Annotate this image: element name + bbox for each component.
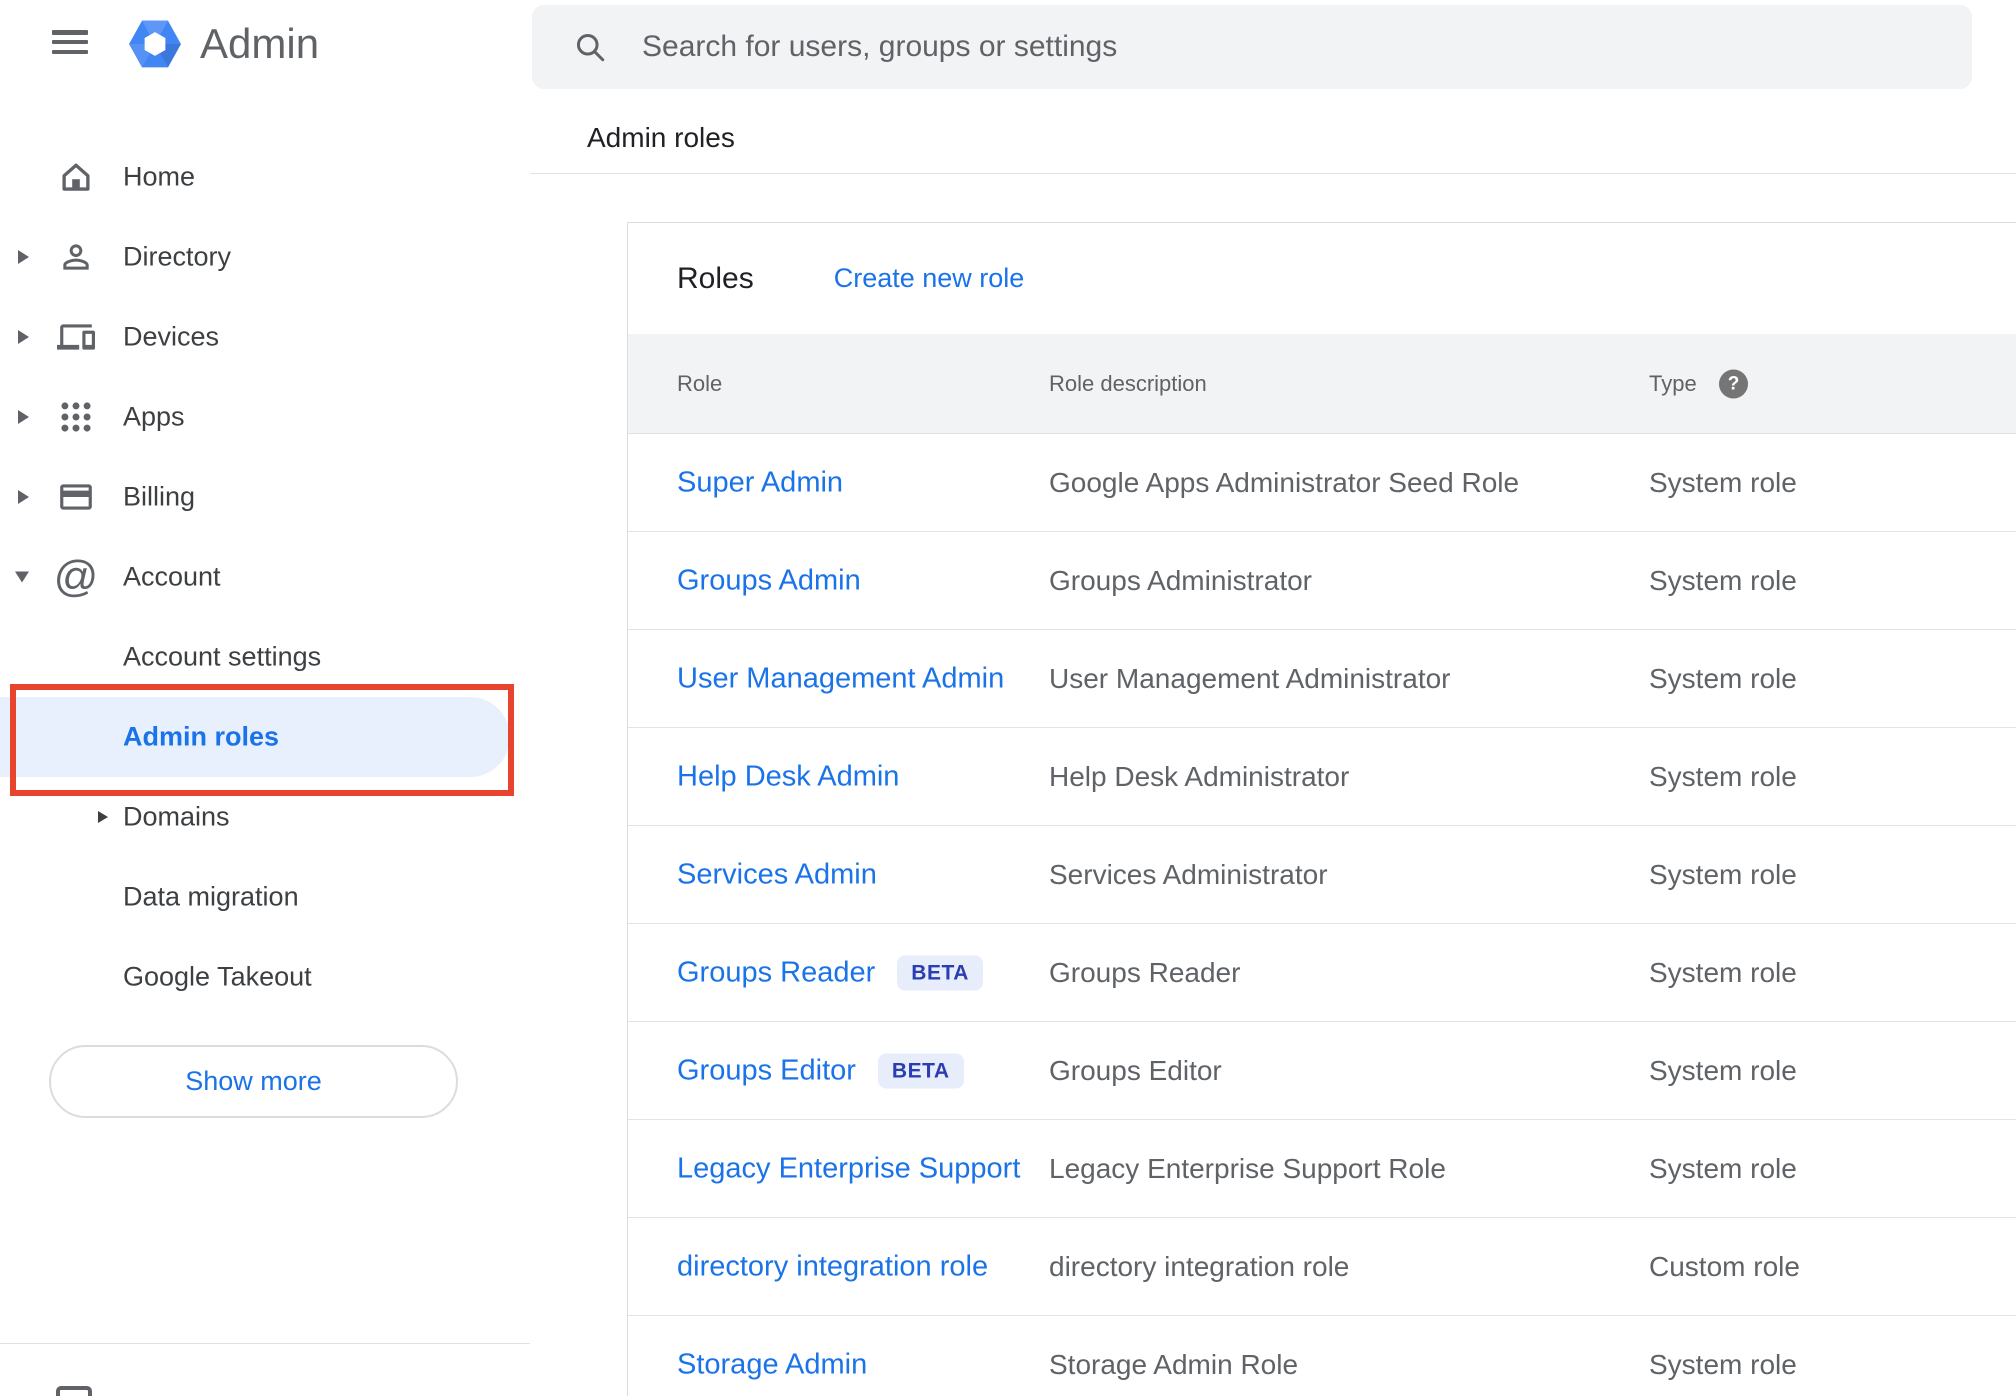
role-link[interactable]: Legacy Enterprise Support — [677, 1152, 1020, 1185]
table-row: Help Desk Admin Help Desk Administrator … — [628, 728, 2016, 826]
role-description: Services Administrator — [1049, 858, 1328, 890]
admin-logo-icon — [127, 16, 183, 72]
table-row: directory integration role directory int… — [628, 1218, 2016, 1316]
chevron-right-icon[interactable] — [18, 410, 29, 424]
home-icon — [56, 157, 96, 197]
feedback-icon[interactable] — [56, 1386, 92, 1396]
sidebar-item-devices[interactable]: Devices — [0, 297, 530, 377]
roles-panel-header: Roles Create new role — [628, 223, 2016, 334]
column-header-role: Role — [677, 370, 723, 396]
chevron-down-icon[interactable] — [15, 571, 29, 583]
role-type: System role — [1649, 1054, 1797, 1086]
role-description: Help Desk Administrator — [1049, 760, 1350, 792]
role-description: Groups Reader — [1049, 956, 1241, 988]
google-admin-console: Admin Admin roles Home — [0, 0, 2016, 1396]
role-type: System role — [1649, 956, 1797, 988]
roles-table-body: Super Admin Google Apps Administrator Se… — [628, 434, 2016, 1396]
sidebar-item-data-migration[interactable]: Data migration — [0, 857, 530, 937]
chevron-right-icon[interactable] — [18, 490, 29, 504]
person-icon — [56, 237, 96, 277]
role-type: System role — [1649, 760, 1797, 792]
sidebar-item-directory[interactable]: Directory — [0, 217, 530, 297]
table-row: Services Admin Services Administrator Sy… — [628, 826, 2016, 924]
show-more-button[interactable]: Show more — [49, 1045, 458, 1118]
role-description: Legacy Enterprise Support Role — [1049, 1152, 1446, 1184]
table-row: Groups Admin Groups Administrator System… — [628, 532, 2016, 630]
table-row: Storage Admin Storage Admin Role System … — [628, 1316, 2016, 1396]
sidebar-item-home[interactable]: Home — [0, 137, 530, 217]
table-row: Groups Reader BETA Groups Reader System … — [628, 924, 2016, 1022]
table-row: Super Admin Google Apps Administrator Se… — [628, 434, 2016, 532]
role-link[interactable]: Super Admin — [677, 466, 843, 499]
search-input[interactable] — [642, 30, 1942, 64]
chevron-right-icon[interactable] — [98, 811, 108, 823]
role-type: Custom role — [1649, 1250, 1800, 1282]
table-header-row: Role Role description Type ? — [628, 334, 2016, 434]
role-type: System role — [1649, 1348, 1797, 1380]
roles-panel: Roles Create new role Role Role descript… — [627, 222, 2016, 1396]
role-description: Groups Editor — [1049, 1054, 1222, 1086]
role-description: Google Apps Administrator Seed Role — [1049, 466, 1520, 498]
role-link[interactable]: Groups Reader — [677, 956, 875, 989]
chevron-right-icon[interactable] — [18, 250, 29, 264]
sidebar-item-apps[interactable]: Apps — [0, 377, 530, 457]
sidebar-item-google-takeout[interactable]: Google Takeout — [0, 937, 530, 1017]
role-type: System role — [1649, 1152, 1797, 1184]
column-header-type: Type — [1649, 370, 1697, 396]
role-type: System role — [1649, 466, 1797, 498]
role-link[interactable]: Groups Editor — [677, 1054, 856, 1087]
credit-card-icon — [56, 477, 96, 517]
chevron-right-icon[interactable] — [18, 330, 29, 344]
role-description: User Management Administrator — [1049, 662, 1451, 694]
sidebar-item-billing[interactable]: Billing — [0, 457, 530, 537]
at-sign-icon: @ — [53, 552, 99, 601]
role-description: directory integration role — [1049, 1250, 1350, 1282]
sidebar-divider — [0, 1343, 530, 1344]
column-header-description: Role description — [1049, 370, 1207, 396]
search-icon — [576, 33, 605, 62]
role-description: Storage Admin Role — [1049, 1348, 1299, 1380]
sidebar-item-account[interactable]: @ Account — [0, 537, 530, 617]
role-type: System role — [1649, 858, 1797, 890]
beta-badge: BETA — [877, 1053, 964, 1088]
apps-grid-icon — [56, 397, 96, 437]
table-row: Legacy Enterprise Support Legacy Enterpr… — [628, 1120, 2016, 1218]
breadcrumb-divider — [530, 173, 2016, 174]
help-icon[interactable]: ? — [1719, 369, 1748, 398]
role-type: System role — [1649, 564, 1797, 596]
table-row: User Management Admin User Management Ad… — [628, 630, 2016, 728]
sidebar: Home Directory Devices Apps Billing @ Ac… — [0, 137, 530, 1017]
sidebar-item-account-settings[interactable]: Account settings — [0, 617, 530, 697]
app-title: Admin — [200, 20, 320, 67]
role-description: Groups Administrator — [1049, 564, 1312, 596]
role-link[interactable]: Services Admin — [677, 858, 877, 891]
panel-title: Roles — [677, 261, 754, 295]
role-link[interactable]: Storage Admin — [677, 1348, 867, 1381]
breadcrumb: Admin roles — [587, 122, 735, 153]
role-link[interactable]: Groups Admin — [677, 564, 861, 597]
devices-icon — [56, 317, 96, 357]
beta-badge: BETA — [897, 955, 983, 990]
table-row: Groups Editor BETA Groups Editor System … — [628, 1022, 2016, 1120]
role-link[interactable]: directory integration role — [677, 1250, 988, 1283]
sidebar-item-admin-roles[interactable]: Admin roles — [0, 697, 530, 777]
role-link[interactable]: User Management Admin — [677, 662, 1004, 695]
sidebar-item-domains[interactable]: Domains — [0, 777, 530, 857]
role-type: System role — [1649, 662, 1797, 694]
create-new-role-link[interactable]: Create new role — [834, 263, 1025, 294]
search-bar — [532, 5, 1972, 89]
hamburger-menu-icon[interactable] — [52, 30, 88, 54]
role-link[interactable]: Help Desk Admin — [677, 760, 899, 793]
